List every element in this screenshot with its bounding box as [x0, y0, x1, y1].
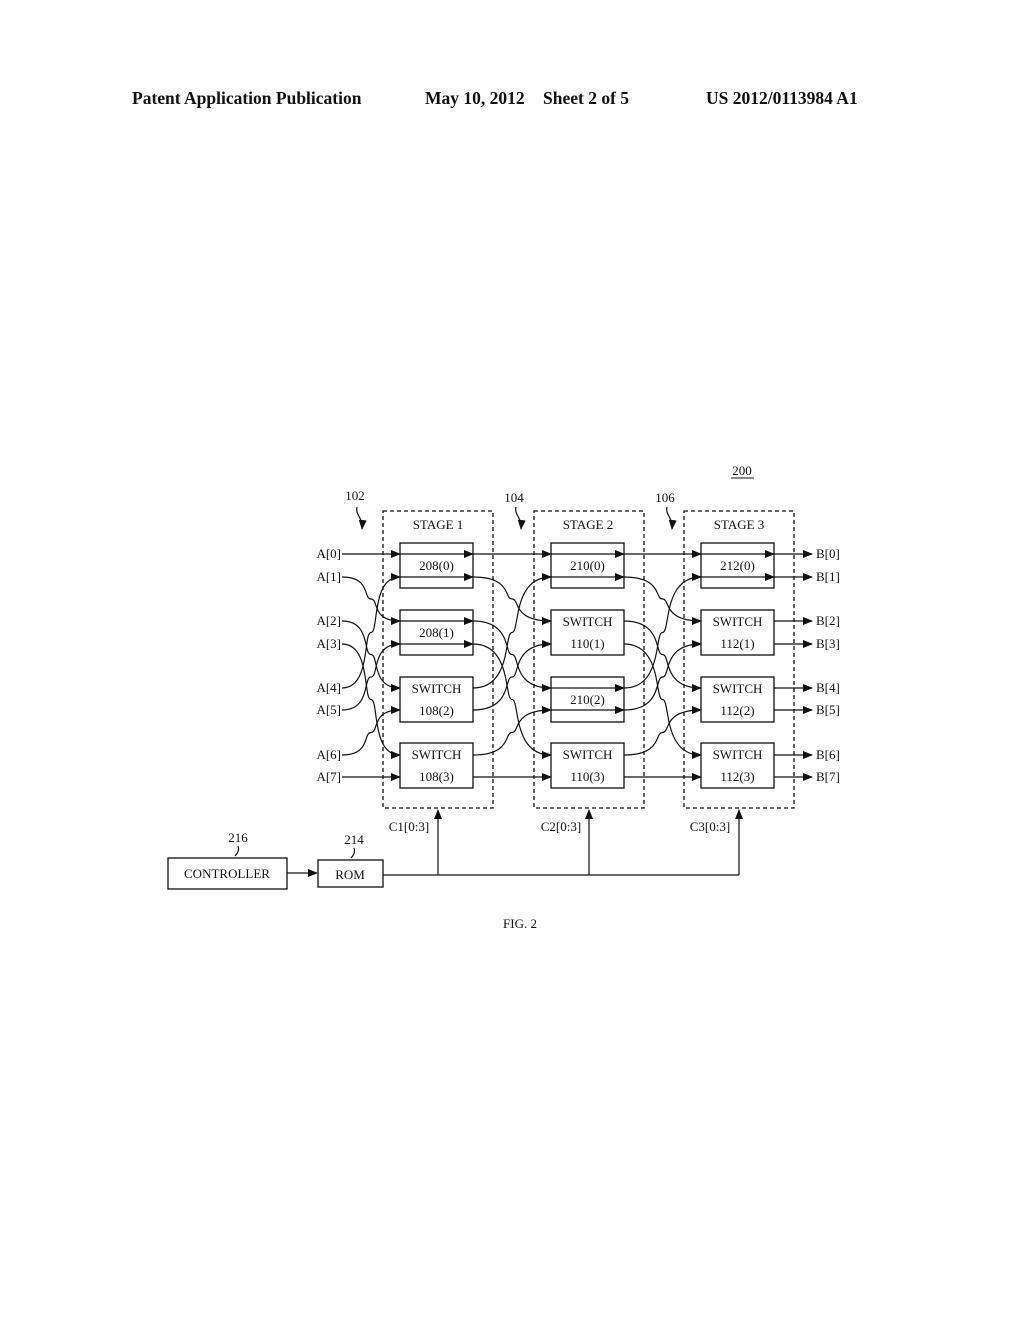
block-id-label: 210(0) [570, 558, 605, 573]
input-label: A[7] [316, 769, 341, 784]
block-id-label: 108(3) [419, 769, 454, 784]
input-wire [341, 573, 401, 689]
interstage-wire [472, 576, 552, 625]
interstage-wire [623, 576, 702, 625]
block-id-label: 112(3) [720, 769, 754, 784]
switch-label: SWITCH [713, 681, 763, 696]
interstage-wire [623, 620, 702, 692]
figure-2-diagram: 200 102 104 106 208(0) 208(1) SWITCH 108(2)… [167, 463, 840, 931]
output-label: B[4] [816, 680, 840, 695]
output-label: B[6] [816, 747, 840, 762]
stage-1-title: STAGE 1 [413, 517, 464, 532]
input-label: A[0] [316, 546, 341, 561]
interstage-wire [472, 643, 552, 759]
block-id-label: 110(3) [570, 769, 604, 784]
interstage-wire [472, 620, 552, 692]
block-id-label: 212(0) [720, 558, 755, 573]
figure-ref-label: 200 [732, 463, 752, 478]
control-label-c1: C1[0:3] [389, 819, 429, 834]
control-label-c3: C3[0:3] [690, 819, 730, 834]
control-label-c2: C2[0:3] [541, 819, 581, 834]
input-label: A[2] [316, 613, 341, 628]
stage-3-title: STAGE 3 [714, 517, 765, 532]
stage-ref-label: 102 [345, 488, 365, 503]
output-label: B[3] [816, 636, 840, 651]
interstage-wire [623, 573, 702, 689]
output-label: B[1] [816, 569, 840, 584]
output-label: B[7] [816, 769, 840, 784]
switch-label: SWITCH [412, 681, 462, 696]
switch-label: SWITCH [713, 747, 763, 762]
input-wire [341, 576, 401, 625]
figure-caption: FIG. 2 [503, 916, 537, 931]
stage-ref-arrow [666, 506, 677, 530]
rom-ref-leader [350, 847, 356, 859]
interstage-wire [472, 706, 552, 756]
block-id-label: 208(1) [419, 625, 454, 640]
block-id-label: 210(2) [570, 692, 605, 707]
block-id-label: 208(0) [419, 558, 454, 573]
interstage-wire [623, 706, 702, 756]
input-label: A[6] [316, 747, 341, 762]
stage-ref-arrow [356, 506, 367, 530]
switch-label: SWITCH [563, 747, 613, 762]
input-label: A[1] [316, 569, 341, 584]
controller-ref: 216 [228, 830, 248, 845]
input-wire [341, 643, 401, 759]
stage-ref-label: 104 [504, 490, 524, 505]
switch-label: SWITCH [713, 614, 763, 629]
input-label: A[4] [316, 680, 341, 695]
switch-label: SWITCH [412, 747, 462, 762]
stage-ref-arrow [515, 506, 526, 530]
rom-label: ROM [335, 867, 365, 882]
switch-label: SWITCH [563, 614, 613, 629]
input-wire [341, 620, 401, 692]
interstage-wire [472, 573, 552, 689]
output-label: B[0] [816, 546, 840, 561]
block-id-label: 108(2) [419, 703, 454, 718]
stage-2-title: STAGE 2 [563, 517, 614, 532]
input-wire [341, 706, 401, 756]
output-label: B[2] [816, 613, 840, 628]
controller-label: CONTROLLER [184, 866, 270, 881]
input-label: A[3] [316, 636, 341, 651]
rom-ref: 214 [344, 832, 364, 847]
stage-ref-label: 106 [655, 490, 675, 505]
controller-ref-leader [234, 845, 240, 857]
interstage-wire [623, 643, 702, 759]
block-id-label: 112(2) [720, 703, 754, 718]
block-id-label: 112(1) [720, 636, 754, 651]
output-label: B[5] [816, 702, 840, 717]
input-label: A[5] [316, 702, 341, 717]
block-id-label: 110(1) [570, 636, 604, 651]
